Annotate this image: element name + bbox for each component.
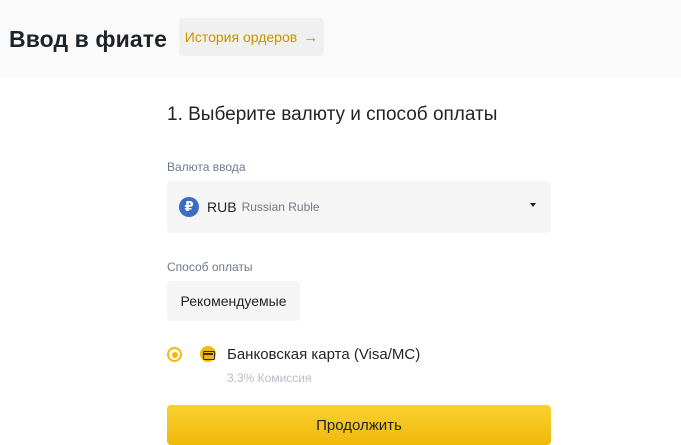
currency-select[interactable]: ₽ RUB Russian Ruble	[167, 181, 551, 233]
ruble-icon: ₽	[179, 197, 199, 217]
currency-code: RUB	[207, 199, 237, 215]
payment-method-radio[interactable]	[167, 347, 182, 362]
tab-recommended[interactable]: Рекомендуемые	[167, 281, 300, 321]
continue-button[interactable]: Продолжить	[167, 405, 551, 445]
step-title: 1. Выберите валюту и способ оплаты	[167, 104, 498, 125]
payment-method-name[interactable]: Банковская карта (Visa/MC)	[227, 346, 420, 363]
bank-card-icon	[200, 346, 216, 362]
payment-method-fee: 3.3% Комиссия	[227, 371, 312, 385]
payment-method-label: Способ оплаты	[167, 260, 253, 274]
caret-down-icon	[530, 203, 536, 207]
page-title: Ввод в фиате	[9, 26, 168, 52]
order-history-label: История ордеров	[184, 29, 298, 45]
page-header: Ввод в фиате История ордеров →	[0, 0, 681, 78]
currency-label: Валюта ввода	[167, 160, 246, 174]
currency-name: Russian Ruble	[241, 200, 320, 214]
order-history-button[interactable]: История ордеров →	[179, 18, 324, 56]
arrow-right-icon: →	[303, 28, 319, 46]
